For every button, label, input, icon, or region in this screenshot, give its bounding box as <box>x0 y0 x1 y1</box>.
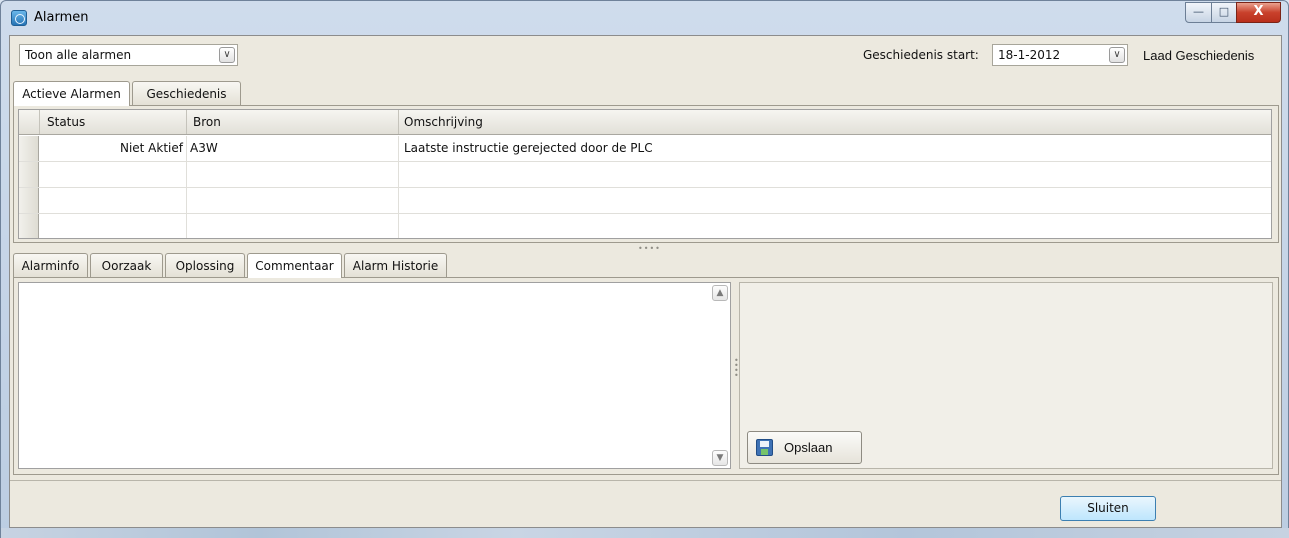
cell-status <box>40 214 187 238</box>
scroll-down-icon[interactable]: ▼ <box>712 450 728 466</box>
active-alarms-panel: Status Bron Omschrijving Niet Aktief A3W… <box>13 105 1279 243</box>
column-omschrijving-label: Omschrijving <box>404 115 483 129</box>
alarm-filter-select[interactable]: Toon alle alarmen ∨ <box>19 44 238 66</box>
tab-oorzaak[interactable]: Oorzaak <box>90 253 163 277</box>
row-header-corner <box>19 110 40 134</box>
table-row[interactable] <box>19 214 1271 238</box>
maximize-button[interactable]: □ <box>1211 2 1237 23</box>
load-history-button[interactable]: Laad Geschiedenis <box>1143 48 1254 63</box>
cell-status <box>40 188 187 213</box>
cell-bron <box>187 214 399 238</box>
chevron-down-icon[interactable]: ∨ <box>1109 47 1125 63</box>
cell-bron: A3W <box>187 136 399 161</box>
alarm-filter-value: Toon alle alarmen <box>25 48 132 62</box>
tab-alarminfo[interactable]: Alarminfo <box>13 253 88 277</box>
tab-actieve-alarmen[interactable]: Actieve Alarmen <box>13 81 130 106</box>
horizontal-splitter-grip[interactable]: •••• <box>638 244 661 253</box>
close-window-button[interactable]: X <box>1236 2 1281 23</box>
row-header[interactable] <box>19 214 39 238</box>
column-status-label: Status <box>47 115 86 129</box>
commentaar-panel: ▲ ▼ • • • • Opslaan <box>13 277 1279 475</box>
column-omschrijving[interactable]: Omschrijving <box>399 110 1271 134</box>
comment-scrollbar[interactable]: ▲ ▼ <box>710 283 730 468</box>
alarmen-window: Alarmen — □ X Toon alle alarmen ∨ Geschi… <box>0 0 1289 538</box>
comment-textarea[interactable]: ▲ ▼ <box>18 282 731 469</box>
table-header: Status Bron Omschrijving <box>19 110 1271 135</box>
table-row[interactable]: Niet Aktief A3W Laatste instructie gerej… <box>19 136 1271 162</box>
vertical-splitter-grip[interactable]: • • • • <box>734 357 739 380</box>
cell-bron-value: A3W <box>190 141 218 155</box>
toolbar: Toon alle alarmen ∨ Geschiedenis start: … <box>19 44 1273 66</box>
cell-omschrijving-value: Laatste instructie gerejected door de PL… <box>404 141 653 155</box>
history-start-label: Geschiedenis start: <box>863 48 979 62</box>
footer-divider <box>10 480 1281 481</box>
row-header[interactable] <box>19 188 39 213</box>
floppy-disk-icon <box>756 439 773 456</box>
save-button-label: Opslaan <box>784 440 833 455</box>
column-bron-label: Bron <box>193 115 221 129</box>
title-bar: Alarmen — □ X <box>1 1 1288 35</box>
cell-status: Niet Aktief <box>40 136 187 161</box>
table-row[interactable] <box>19 188 1271 214</box>
close-button[interactable]: Sluiten <box>1060 496 1156 521</box>
alarm-table: Status Bron Omschrijving Niet Aktief A3W… <box>18 109 1272 239</box>
row-header[interactable] <box>19 136 39 161</box>
save-button[interactable]: Opslaan <box>747 431 862 464</box>
background-strip <box>1 528 1289 538</box>
chevron-down-icon[interactable]: ∨ <box>219 47 235 63</box>
column-bron[interactable]: Bron <box>187 110 399 134</box>
cell-bron <box>187 162 399 187</box>
column-status[interactable]: Status <box>40 110 187 134</box>
cell-bron <box>187 188 399 213</box>
comment-actions-pane: Opslaan <box>739 282 1273 469</box>
app-icon <box>11 10 27 26</box>
row-header[interactable] <box>19 162 39 187</box>
window-title: Alarmen <box>34 10 89 25</box>
scroll-up-icon[interactable]: ▲ <box>712 285 728 301</box>
tab-commentaar[interactable]: Commentaar <box>247 253 342 278</box>
tab-oplossing[interactable]: Oplossing <box>165 253 245 277</box>
tab-geschiedenis[interactable]: Geschiedenis <box>132 81 241 105</box>
history-start-date-select[interactable]: 18-1-2012 ∨ <box>992 44 1128 66</box>
tab-alarm-historie[interactable]: Alarm Historie <box>344 253 447 277</box>
history-start-date-value: 18-1-2012 <box>998 48 1061 62</box>
table-row[interactable] <box>19 162 1271 188</box>
window-client: Toon alle alarmen ∨ Geschiedenis start: … <box>9 35 1282 528</box>
minimize-button[interactable]: — <box>1185 2 1212 23</box>
cell-status <box>40 162 187 187</box>
cell-status-value: Niet Aktief <box>119 141 183 155</box>
